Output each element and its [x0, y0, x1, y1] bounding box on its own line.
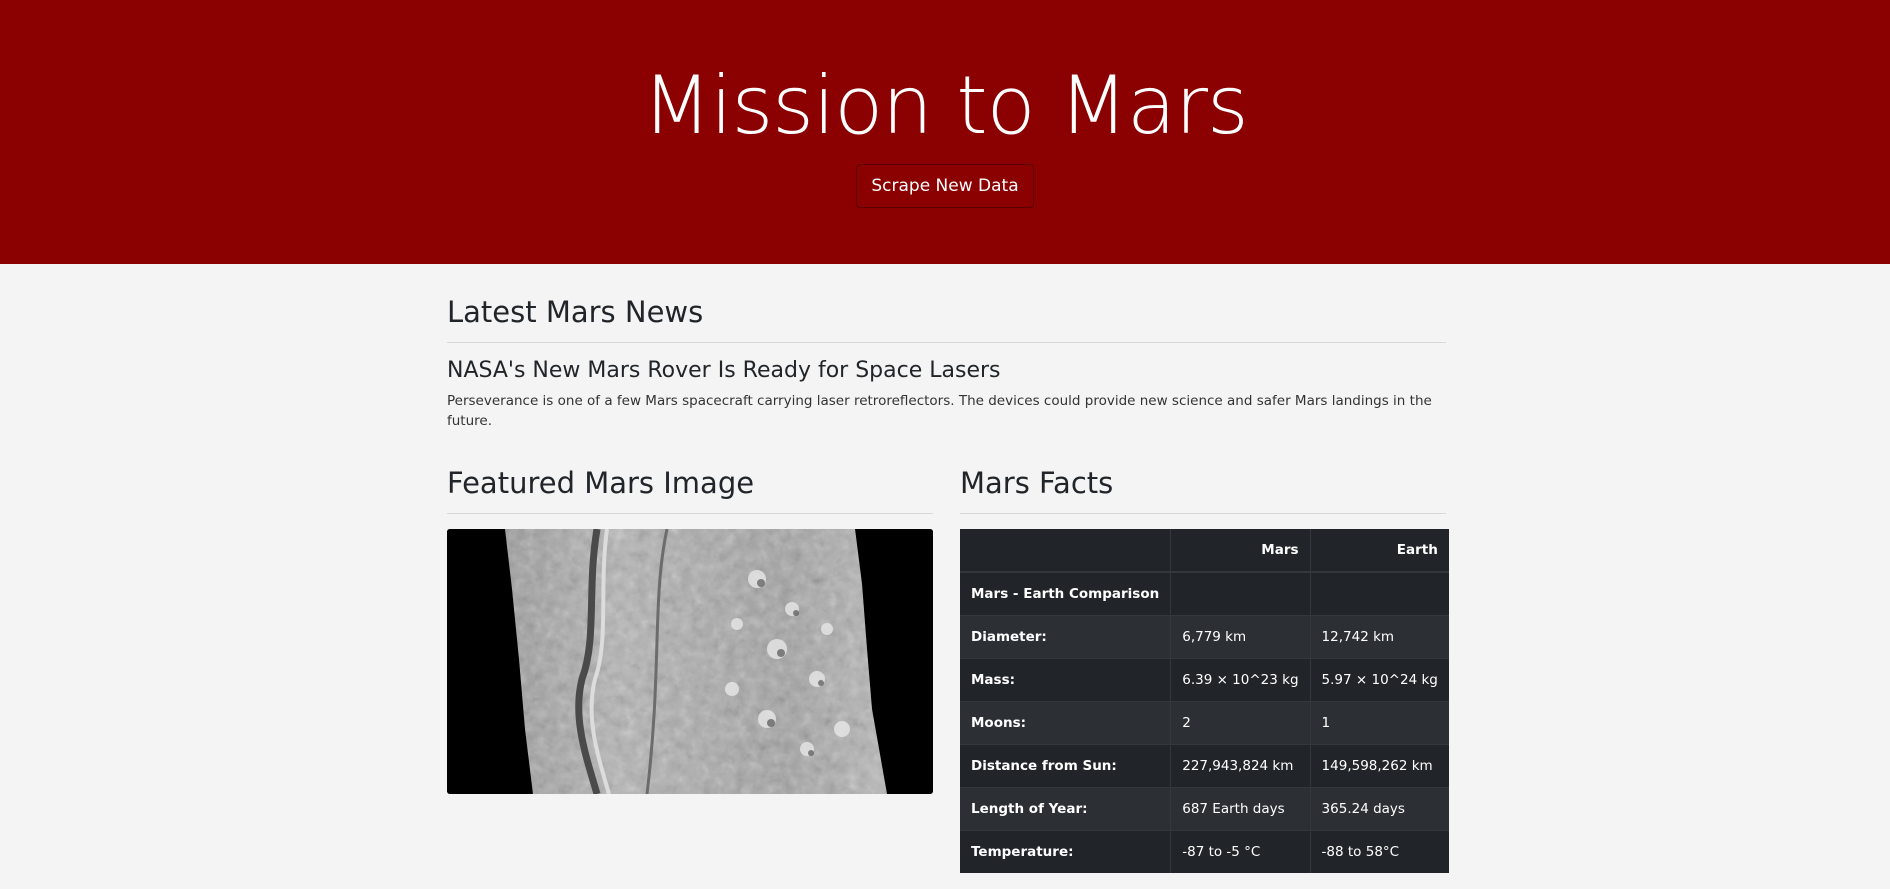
earth-value: 149,598,262 km: [1309, 743, 1449, 787]
mars-facts-table: Mars Earth Mars - Earth Comparison Diame…: [960, 529, 1449, 873]
mars-value: 2: [1170, 700, 1311, 744]
earth-value: 1: [1309, 700, 1449, 744]
table-row: Mars - Earth Comparison: [960, 571, 1449, 615]
content-row: Featured Mars Image Mars Facts Mars Eart…: [447, 465, 1449, 873]
table-row: Moons: 2 1: [960, 700, 1449, 744]
earth-value: 365.24 days: [1309, 786, 1449, 830]
mars-facts-section: Mars Facts Mars Earth Mars - Earth Compa…: [960, 465, 1449, 873]
table-row: Diameter: 6,779 km 12,742 km: [960, 614, 1449, 658]
mars-surface-image: [447, 529, 933, 794]
mars-value: 6.39 × 10^23 kg: [1170, 657, 1311, 701]
hero-banner: Mission to Mars Scrape New Data: [0, 0, 1890, 264]
featured-image-section: Featured Mars Image: [447, 465, 933, 873]
table-row: Temperature: -87 to -5 °C -88 to 58°C: [960, 829, 1449, 873]
news-section: Latest Mars News NASA's New Mars Rover I…: [447, 264, 1446, 431]
divider: [447, 342, 1446, 343]
divider: [960, 513, 1446, 514]
mars-value: 6,779 km: [1170, 614, 1311, 658]
row-label: Distance from Sun:: [960, 743, 1171, 787]
column-header-mars: Mars: [1170, 529, 1311, 573]
column-header-earth: Earth: [1309, 529, 1449, 573]
news-teaser: Perseverance is one of a few Mars spacec…: [447, 393, 1432, 429]
mars-value: -87 to -5 °C: [1170, 829, 1311, 873]
row-label: Moons:: [960, 700, 1171, 744]
mars-value: 687 Earth days: [1170, 786, 1311, 830]
table-row: Length of Year: 687 Earth days 365.24 da…: [960, 786, 1449, 830]
row-label: Length of Year:: [960, 786, 1171, 830]
scrape-new-data-button[interactable]: Scrape New Data: [856, 164, 1034, 208]
table-row: Distance from Sun: 227,943,824 km 149,59…: [960, 743, 1449, 787]
news-title: NASA's New Mars Rover Is Ready for Space…: [447, 358, 1001, 383]
news-heading: Latest Mars News: [447, 295, 704, 329]
mars-facts-heading: Mars Facts: [960, 466, 1114, 500]
divider: [447, 513, 933, 514]
mars-value: [1170, 571, 1311, 615]
earth-value: 12,742 km: [1309, 614, 1449, 658]
row-label: Mars - Earth Comparison: [960, 571, 1171, 615]
row-label: Mass:: [960, 657, 1171, 701]
table-header-row: Mars Earth: [960, 529, 1449, 573]
mars-value: 227,943,824 km: [1170, 743, 1311, 787]
earth-value: -88 to 58°C: [1309, 829, 1449, 873]
main-container: Latest Mars News NASA's New Mars Rover I…: [447, 264, 1449, 873]
row-label: Temperature:: [960, 829, 1171, 873]
featured-mars-image: [447, 529, 933, 794]
earth-value: 5.97 × 10^24 kg: [1309, 657, 1449, 701]
table-row: Mass: 6.39 × 10^23 kg 5.97 × 10^24 kg: [960, 657, 1449, 701]
page-title: Mission to Mars: [642, 59, 1248, 152]
featured-image-heading: Featured Mars Image: [447, 466, 755, 500]
earth-value: [1309, 571, 1449, 615]
column-header: [960, 529, 1171, 573]
row-label: Diameter:: [960, 614, 1171, 658]
